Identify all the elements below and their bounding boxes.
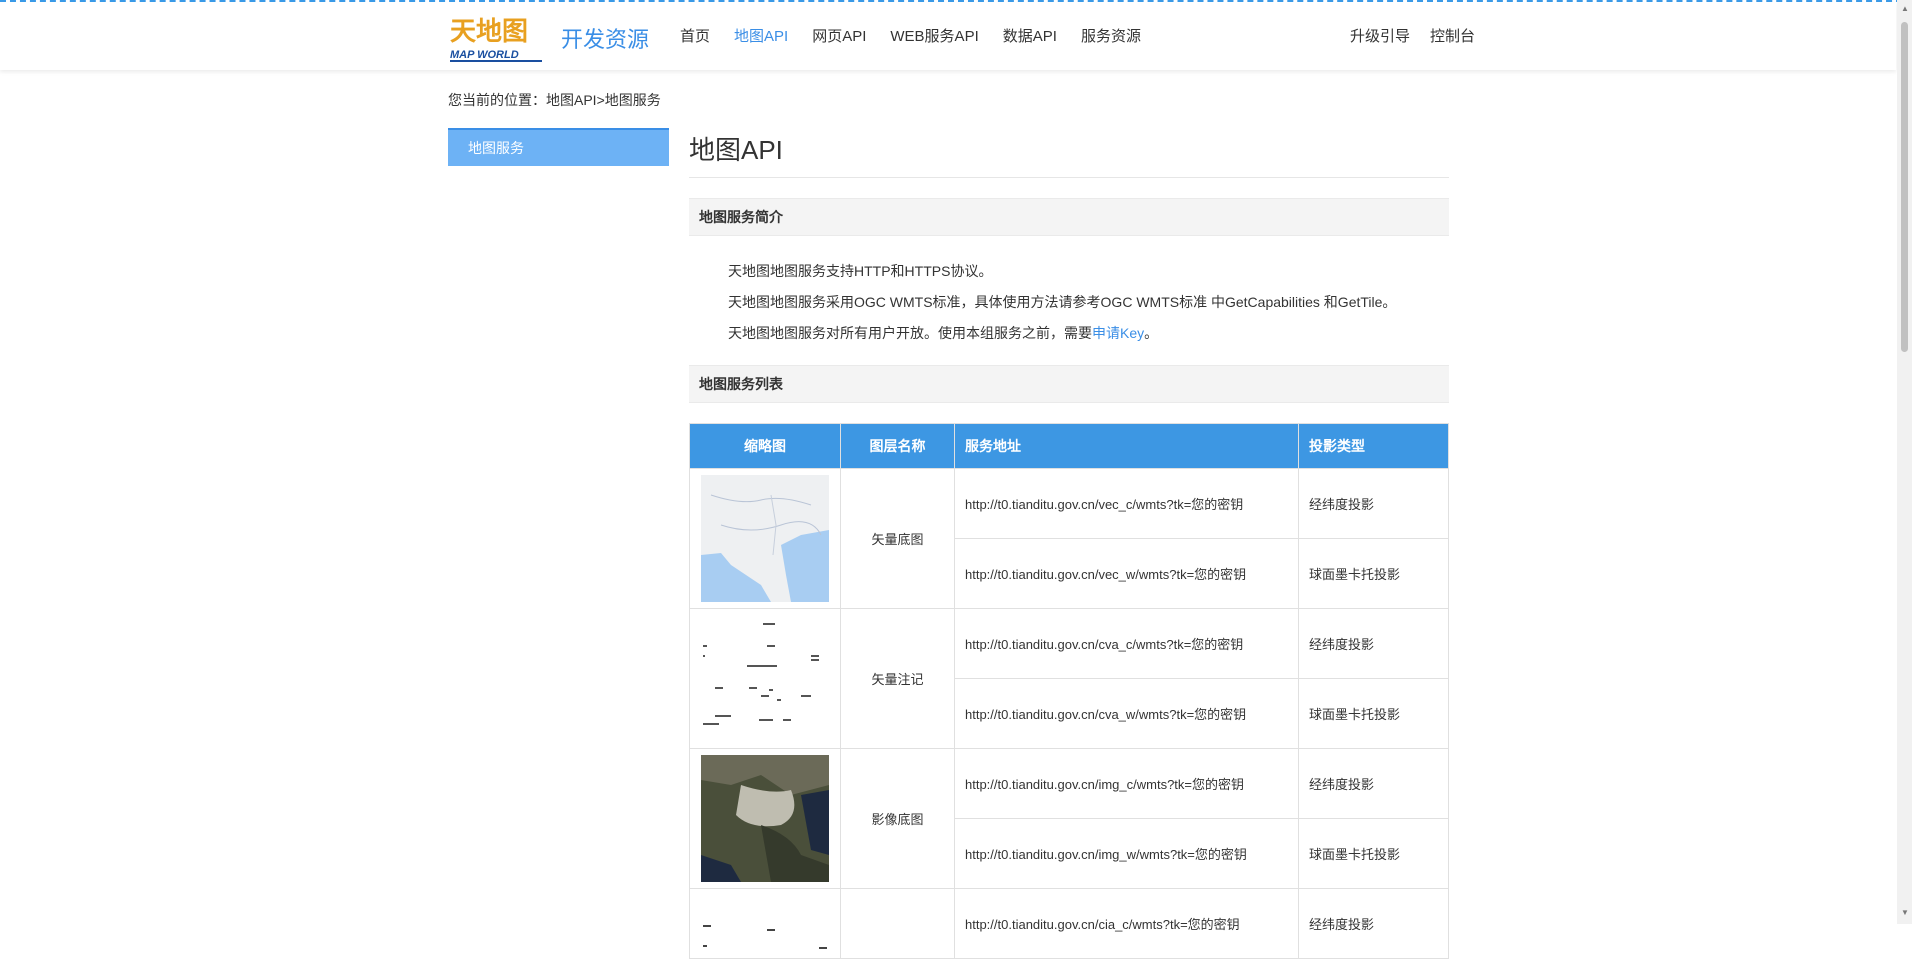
service-url: http://t0.tianditu.gov.cn/cva_w/wmts?tk=… <box>954 678 1299 749</box>
col-service-url: 服务地址 <box>954 423 1299 469</box>
site-header: 天地图 MAP WORLD 开发资源 首页 地图API 网页API WEB服务A… <box>0 2 1896 70</box>
projection-type: 球面墨卡托投影 <box>1298 538 1449 609</box>
scrollbar-thumb[interactable] <box>1901 22 1908 352</box>
table-row: 矢量底图 http://t0.tianditu.gov.cn/vec_c/wmt… <box>689 468 1449 609</box>
service-url: http://t0.tianditu.gov.cn/img_w/wmts?tk=… <box>954 818 1299 889</box>
table-row: 影像底图 http://t0.tianditu.gov.cn/img_c/wmt… <box>689 748 1449 889</box>
svg-text:MAP WORLD: MAP WORLD <box>450 49 519 61</box>
nav-web-service-api[interactable]: WEB服务API <box>890 26 978 48</box>
projection-type: 经纬度投影 <box>1298 748 1449 819</box>
breadcrumb: 您当前的位置：地图API>地图服务 <box>448 92 661 108</box>
imagery-map-thumbnail <box>701 755 829 882</box>
brand-title[interactable]: 开发资源 <box>561 22 649 54</box>
nav-upgrade-guide[interactable]: 升级引导 <box>1350 26 1410 48</box>
intro-text: 天地图地图服务支持HTTP和HTTPS协议。 天地图地图服务采用OGC WMTS… <box>689 236 1449 349</box>
nav-right: 升级引导 控制台 <box>1330 26 1475 48</box>
projection-type: 经纬度投影 <box>1298 608 1449 679</box>
nav-console[interactable]: 控制台 <box>1430 26 1475 48</box>
tianditu-logo[interactable]: 天地图 MAP WORLD <box>448 14 544 62</box>
thumbnail-cell <box>689 468 841 609</box>
table-row: 矢量注记 http://t0.tianditu.gov.cn/cva_c/wmt… <box>689 608 1449 749</box>
nav-data-api[interactable]: 数据API <box>1003 26 1057 48</box>
svg-text:天地图: 天地图 <box>450 17 528 47</box>
service-table: 缩略图 图层名称 服务地址 投影类型 矢量底图 http://t0.tiandi… <box>689 423 1449 959</box>
section-header-intro: 地图服务简介 <box>689 198 1449 236</box>
intro-line-3-text: 天地图地图服务对所有用户开放。使用本组服务之前，需要 <box>728 325 1092 341</box>
intro-line-1: 天地图地图服务支持HTTP和HTTPS协议。 <box>728 263 993 279</box>
thumbnail-cell <box>689 608 841 749</box>
layer-name-cell: 矢量注记 <box>840 608 955 749</box>
service-url: http://t0.tianditu.gov.cn/vec_w/wmts?tk=… <box>954 538 1299 609</box>
layer-name-cell: 矢量底图 <box>840 468 955 609</box>
page-title: 地图API <box>689 126 1449 178</box>
table-header-row: 缩略图 图层名称 服务地址 投影类型 <box>689 423 1449 469</box>
col-projection: 投影类型 <box>1298 423 1449 469</box>
intro-line-3: 天地图地图服务对所有用户开放。使用本组服务之前，需要申请Key。 <box>728 318 1449 349</box>
section-header-list: 地图服务列表 <box>689 365 1449 403</box>
service-url: http://t0.tianditu.gov.cn/img_c/wmts?tk=… <box>954 748 1299 819</box>
nav-web-api[interactable]: 网页API <box>812 26 866 48</box>
thumbnail-cell <box>689 748 841 889</box>
vector-map-thumbnail <box>701 475 829 602</box>
col-layer-name: 图层名称 <box>840 423 955 469</box>
vector-annotation-thumbnail <box>701 615 829 742</box>
service-url: http://t0.tianditu.gov.cn/cva_c/wmts?tk=… <box>954 608 1299 679</box>
projection-type: 球面墨卡托投影 <box>1298 818 1449 889</box>
nav-service-resources[interactable]: 服务资源 <box>1081 26 1141 48</box>
nav-home[interactable]: 首页 <box>680 26 710 48</box>
layer-name-cell: 影像底图 <box>840 748 955 889</box>
service-url: http://t0.tianditu.gov.cn/vec_c/wmts?tk=… <box>954 468 1299 539</box>
intro-line-3-suffix: 。 <box>1144 325 1159 341</box>
nav-map-api[interactable]: 地图API <box>734 26 788 48</box>
main-content: 地图API 地图服务简介 天地图地图服务支持HTTP和HTTPS协议。 天地图地… <box>689 126 1449 959</box>
projection-type: 经纬度投影 <box>1298 468 1449 539</box>
scroll-up-icon[interactable]: ▲ <box>1901 4 1909 13</box>
scroll-down-icon[interactable]: ▼ <box>1901 908 1909 917</box>
apply-key-link[interactable]: 申请Key <box>1092 325 1144 341</box>
sidebar-item-map-service[interactable]: 地图服务 <box>448 128 669 166</box>
main-nav: 首页 地图API 网页API WEB服务API 数据API 服务资源 <box>680 26 1165 48</box>
col-thumbnail: 缩略图 <box>689 423 841 469</box>
vertical-scrollbar[interactable]: ▲ ▼ <box>1897 0 1912 924</box>
projection-type: 球面墨卡托投影 <box>1298 678 1449 749</box>
intro-line-2: 天地图地图服务采用OGC WMTS标准，具体使用方法请参考OGC WMTS标准 … <box>728 294 1397 310</box>
